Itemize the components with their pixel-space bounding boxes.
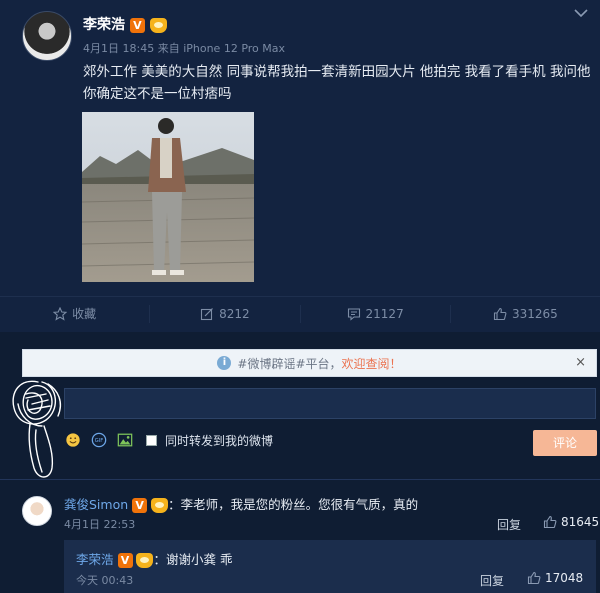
gif-icon[interactable]: GIF xyxy=(90,431,108,449)
rumor-notice-link[interactable]: 欢迎查阅！ xyxy=(342,355,402,372)
author-avatar[interactable] xyxy=(22,11,72,61)
reply-line: 李荣浩 V ：谢谢小龚 乖 xyxy=(76,549,232,568)
svg-text:GIF: GIF xyxy=(95,438,104,444)
reply-time: 今天 00:43 xyxy=(76,574,134,587)
comment-text: ：李老师，我是您的粉丝。您很有气质，真的 xyxy=(168,497,419,512)
star-icon xyxy=(53,306,68,321)
favorite-button[interactable]: 收藏 xyxy=(0,304,151,323)
commenter-avatar[interactable] xyxy=(22,496,52,526)
comment-reply-button[interactable]: 回复 xyxy=(497,516,521,533)
commenter-name[interactable]: 龚俊Simon xyxy=(64,497,128,512)
like-button[interactable]: 331265 xyxy=(451,305,600,323)
divider xyxy=(0,479,600,480)
vip-crown-icon xyxy=(149,17,167,33)
comment-icon xyxy=(347,307,360,321)
rumor-notice-bar: i #微博辟谣#平台， 欢迎查阅！ × xyxy=(22,349,597,377)
comment-input[interactable] xyxy=(64,388,596,419)
reply-like-count: 17048 xyxy=(545,571,584,585)
post-photo[interactable] xyxy=(82,112,254,282)
comment-time: 4月1日 22:53 xyxy=(64,518,136,531)
verified-badge-icon: V xyxy=(117,553,133,568)
verified-badge-icon: V xyxy=(132,498,148,513)
comment-like-button[interactable]: 81645 xyxy=(543,515,599,529)
repost-icon xyxy=(201,307,214,320)
repost-button[interactable]: 8212 xyxy=(150,304,301,323)
post-meta: 4月1日 18:45 来自 iPhone 12 Pro Max xyxy=(83,40,285,56)
comment-button[interactable]: 21127 xyxy=(301,304,451,323)
repost-checkbox-label: 同时转发到我的微博 xyxy=(165,433,274,448)
chevron-down-icon[interactable] xyxy=(574,8,588,18)
repost-checkbox[interactable] xyxy=(146,434,157,446)
vip-crown-icon xyxy=(136,553,154,568)
reply-reply-button[interactable]: 回复 xyxy=(480,572,504,589)
reply-block: 李荣浩 V ：谢谢小龚 乖 今天 00:43 回复 17048 xyxy=(64,540,596,593)
replier-name[interactable]: 李荣浩 xyxy=(76,552,114,567)
author-name[interactable]: 李荣浩 xyxy=(83,17,125,33)
post-date[interactable]: 4月1日 18:45 xyxy=(83,42,154,55)
comment-like-count: 81645 xyxy=(561,515,600,529)
rumor-notice-text: #微博辟谣#平台， xyxy=(237,356,342,371)
author-name-row: 李荣浩 V xyxy=(83,14,167,34)
reply-text: ：谢谢小龚 乖 xyxy=(153,552,233,567)
thumbs-up-icon xyxy=(493,307,507,320)
composer-toolbar: GIF 同时转发到我的微博 xyxy=(64,430,273,450)
thumbs-up-icon xyxy=(527,571,541,585)
thumbs-up-icon xyxy=(543,515,557,529)
comment-line: 龚俊Simon V ：李老师，我是您的粉丝。您很有气质，真的 xyxy=(64,494,418,513)
verified-badge-icon: V xyxy=(129,17,145,33)
scribble-mark xyxy=(12,380,62,478)
vip-crown-icon xyxy=(151,498,169,513)
post-source: 来自 iPhone 12 Pro Max xyxy=(157,42,286,55)
submit-comment-button[interactable]: 评论 xyxy=(533,430,597,456)
post-text: 郊外工作 美美的大自然 同事说帮我拍一套清新田园大片 他拍完 我看了看手机 我问… xyxy=(83,64,591,102)
close-icon[interactable]: × xyxy=(575,355,586,370)
post-action-bar: 收藏 8212 21127 331265 xyxy=(0,296,600,330)
weibo-post: 李荣浩 V 4月1日 18:45 来自 iPhone 12 Pro Max 郊外… xyxy=(0,0,600,332)
image-icon[interactable] xyxy=(116,431,134,449)
reply-like-button[interactable]: 17048 xyxy=(527,571,583,585)
emoji-icon[interactable] xyxy=(64,431,82,449)
info-icon: i xyxy=(217,356,232,370)
